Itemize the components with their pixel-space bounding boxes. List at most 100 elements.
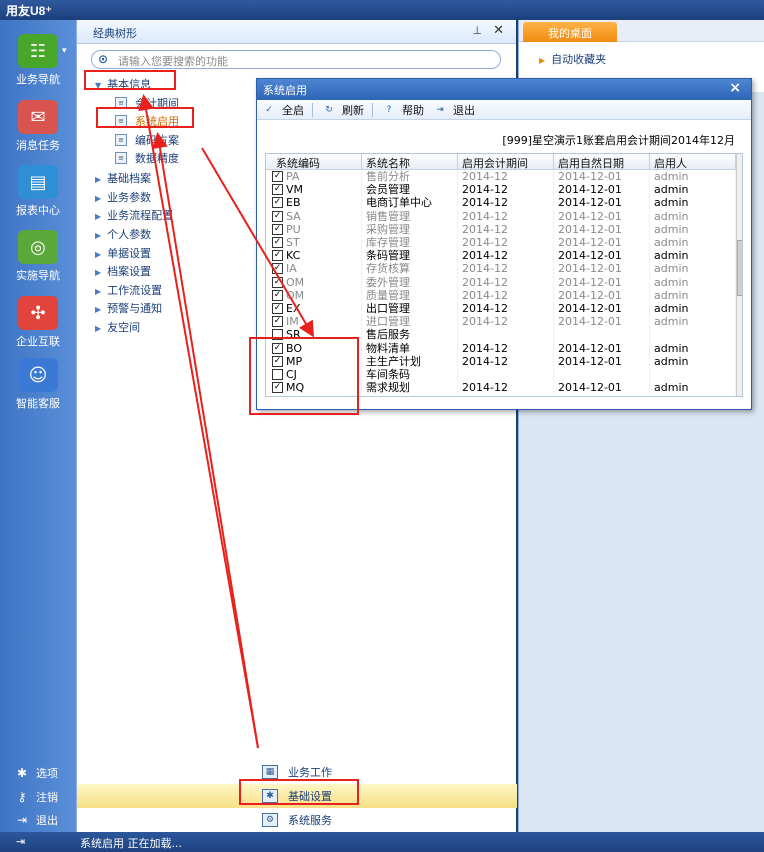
row-checkbox[interactable]: ✓	[272, 184, 283, 196]
enable-all-button[interactable]: ✓ 全启	[261, 102, 304, 118]
nav-label: 企业互联	[16, 335, 60, 348]
tree-node-label: 业务流程配置	[107, 209, 174, 222]
grid-scrollbar[interactable]	[736, 154, 742, 396]
cell-code: KC	[286, 249, 362, 263]
row-checkbox[interactable]: ✓	[272, 237, 283, 248]
tree-item-data-precision[interactable]: ≡ 数据精度	[115, 150, 179, 166]
chevron-right-icon: ▶	[95, 194, 102, 203]
row-checkbox[interactable]: ✓	[272, 223, 283, 235]
tree-node-workflow-settings[interactable]: ▶ 工作流设置	[95, 282, 162, 298]
tree-node-document-settings[interactable]: ▶ 单据设置	[95, 245, 151, 261]
refresh-button[interactable]: ↻ 刷新	[321, 102, 364, 118]
tree-node-personal-params[interactable]: ▶ 个人参数	[95, 226, 151, 242]
table-row[interactable]: ✓ PA 售前分析 2014-12 2014-12-01 admin	[266, 170, 736, 183]
column-header[interactable]: 启用自然日期	[554, 154, 650, 170]
logout-button[interactable]: ⚷ 注销	[14, 789, 58, 805]
scrollbar-thumb[interactable]	[737, 240, 742, 296]
table-row[interactable]: ✓ PU 采购管理 2014-12 2014-12-01 admin	[266, 222, 736, 236]
tree-node-friend-space[interactable]: ▶ 友空间	[95, 319, 140, 335]
table-row[interactable]: ✓ ST 库存管理 2014-12 2014-12-01 admin	[266, 236, 736, 249]
chevron-right-icon: ▶	[95, 287, 102, 296]
tab-my-desktop[interactable]: 我的桌面	[523, 22, 617, 42]
table-row[interactable]: ✓ EB 电商订单中心 2014-12 2014-12-01 admin	[266, 196, 736, 210]
tree-node-alerts[interactable]: ▶ 预警与通知	[95, 300, 162, 316]
cell-code: OM	[286, 275, 362, 289]
search-placeholder: 请输入您要搜索的功能	[118, 55, 228, 68]
cell-code: QM	[286, 288, 362, 302]
exit-icon: ⇥	[436, 104, 444, 115]
cell-period: 2014-12	[462, 170, 554, 183]
dialog-title: 系统启用	[263, 84, 307, 97]
tree-item-coding-scheme[interactable]: ≡ 编码方案	[115, 132, 179, 148]
chevron-right-icon: ▶	[95, 212, 102, 221]
tree-item-label: 数据精度	[135, 152, 179, 165]
row-checkbox[interactable]: ✓	[272, 250, 283, 262]
nav-enterprise-connect[interactable]: ✣ 企业互联	[0, 296, 76, 349]
row-checkbox[interactable]: ✓	[272, 171, 283, 182]
status-bar: ⇥ 系统启用 正在加载...	[0, 832, 764, 852]
row-checkbox[interactable]: ✓	[272, 276, 283, 288]
cell-date: 2014-12-01	[558, 275, 650, 289]
row-checkbox[interactable]: ✓	[272, 303, 283, 314]
cell-date: 2014-12-01	[558, 315, 650, 329]
table-row[interactable]: ✓ SA 销售管理 2014-12 2014-12-01 admin	[266, 209, 736, 223]
cell-name: 委外管理	[366, 275, 458, 289]
table-row[interactable]: ✓ IA 存货核算 2014-12 2014-12-01 admin	[266, 262, 736, 276]
pin-icon[interactable]: ⊥	[472, 24, 482, 37]
close-icon[interactable]: ×	[729, 80, 741, 96]
nav-message-task[interactable]: ✉ 消息任务	[0, 100, 76, 153]
row-checkbox[interactable]: ✓	[272, 289, 283, 301]
column-header[interactable]: 启用会计期间	[458, 154, 554, 170]
options-button[interactable]: ✱ 选项	[14, 765, 58, 781]
table-row[interactable]: ✓ VM 会员管理 2014-12 2014-12-01 admin	[266, 183, 736, 197]
cell-user: admin	[654, 183, 736, 197]
toolbar-separator	[372, 102, 373, 117]
column-header[interactable]: 系统名称	[362, 154, 458, 170]
row-checkbox[interactable]: ✓	[272, 197, 283, 209]
tree-node-basic-archives[interactable]: ▶ 基础档案	[95, 170, 151, 186]
cell-user: admin	[654, 236, 736, 249]
exit-button[interactable]: ⇥ 退出	[14, 812, 58, 828]
tree-node-process-config[interactable]: ▶ 业务流程配置	[95, 207, 173, 223]
help-icon: ?	[386, 104, 392, 115]
row-checkbox[interactable]: ✓	[272, 316, 283, 328]
nav-smart-service[interactable]: ☺ 智能客服	[0, 358, 76, 411]
table-row[interactable]: ✓ KC 条码管理 2014-12 2014-12-01 admin	[266, 249, 736, 263]
cell-user: admin	[654, 222, 736, 236]
tab-system-service[interactable]: ⚙ 系统服务	[77, 808, 517, 832]
search-icon: ⊙	[98, 52, 109, 66]
favorites-link[interactable]: ▶ 自动收藏夹	[539, 51, 606, 67]
table-row[interactable]: ✓ IM 进口管理 2014-12 2014-12-01 admin	[266, 315, 736, 329]
close-icon[interactable]: ✕	[493, 23, 504, 38]
cell-code: EB	[286, 196, 362, 210]
table-row[interactable]: ✓ QM 质量管理 2014-12 2014-12-01 admin	[266, 288, 736, 302]
nav-business-navigation[interactable]: ☷ 业务导航 ▾	[0, 34, 76, 87]
table-row[interactable]: ✓ EX 出口管理 2014-12 2014-12-01 admin	[266, 302, 736, 315]
cell-period: 2014-12	[462, 341, 554, 355]
cell-user: admin	[654, 381, 736, 395]
cell-date: 2014-12-01	[558, 170, 650, 183]
cell-user: admin	[654, 354, 736, 368]
cell-name: 物料清单	[366, 341, 458, 355]
exit-button[interactable]: ⇥ 退出	[432, 102, 475, 118]
help-button[interactable]: ? 帮助	[381, 102, 424, 118]
cell-date: 2014-12-01	[558, 302, 650, 315]
table-row[interactable]: ✓ OM 委外管理 2014-12 2014-12-01 admin	[266, 275, 736, 289]
column-header[interactable]: 系统编码	[266, 154, 362, 170]
tree-node-label: 档案设置	[107, 265, 152, 278]
collapse-icon[interactable]: ⇥	[16, 835, 25, 848]
nav-report-center[interactable]: ▤ 报表中心	[0, 165, 76, 218]
tree-node-business-params[interactable]: ▶ 业务参数	[95, 189, 151, 205]
row-checkbox[interactable]: ✓	[272, 263, 283, 275]
cell-date: 2014-12-01	[558, 183, 650, 197]
search-input[interactable]: ⊙ 请输入您要搜索的功能	[91, 50, 501, 69]
chevron-down-icon[interactable]: ▾	[62, 46, 67, 56]
nav-label: 实施导航	[16, 269, 60, 282]
cell-period: 2014-12	[462, 381, 554, 395]
cell-period: 2014-12	[462, 222, 554, 236]
column-header[interactable]: 启用人	[650, 154, 736, 170]
row-checkbox[interactable]: ✓	[272, 210, 283, 222]
tree-node-archive-settings[interactable]: ▶ 档案设置	[95, 263, 151, 279]
exit-icon: ⇥	[16, 813, 28, 827]
nav-implementation-guide[interactable]: ◎ 实施导航	[0, 230, 76, 283]
